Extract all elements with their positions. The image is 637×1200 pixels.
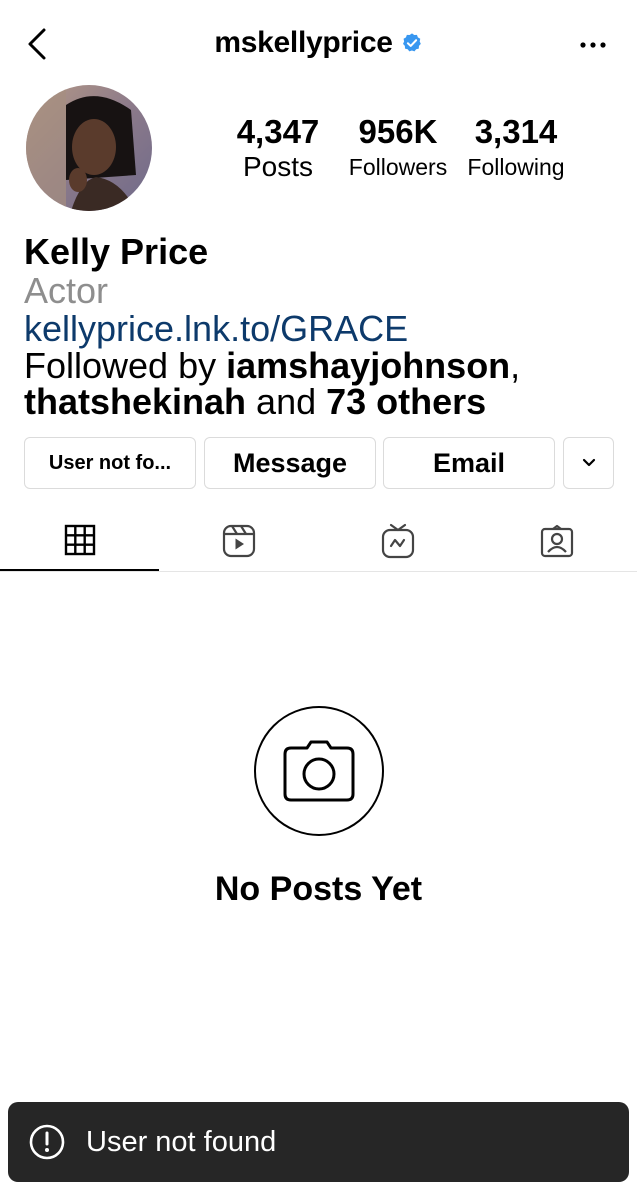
- followed-by-prefix: Followed by: [24, 345, 227, 386]
- camera-circle: [253, 706, 384, 836]
- display-name: Kelly Price: [24, 231, 209, 272]
- category-label: Actor: [24, 270, 109, 311]
- reels-icon: [222, 524, 255, 558]
- username-title: mskellyprice: [214, 26, 393, 59]
- followed-user-2[interactable]: thatshekinah: [24, 381, 246, 422]
- followers-stat[interactable]: 956K Followers: [340, 112, 456, 182]
- avatar[interactable]: [26, 85, 152, 211]
- profile-header: mskellyprice: [0, 26, 637, 60]
- posts-count: 4,347: [236, 113, 320, 150]
- toast-message: User not found: [86, 1125, 277, 1158]
- following-count: 3,314: [474, 113, 558, 150]
- followers-label: Followers: [348, 154, 448, 180]
- verified-badge-icon: [402, 33, 421, 52]
- profile-tabs: [0, 510, 637, 572]
- more-horizontal-icon: [580, 42, 606, 48]
- top-bar: mskellyprice: [0, 0, 637, 90]
- chevron-down-icon: [582, 458, 595, 467]
- followed-separator: ,: [510, 345, 521, 386]
- following-label: Following: [467, 154, 565, 180]
- followed-user-1[interactable]: iamshayjohnson: [226, 345, 510, 386]
- tab-posts-grid[interactable]: [0, 510, 159, 571]
- followed-and: and: [246, 381, 327, 422]
- tab-reels[interactable]: [159, 510, 318, 572]
- grid-icon: [64, 524, 95, 555]
- posts-stat[interactable]: 4,347 Posts: [222, 112, 334, 182]
- action-buttons: User not fo... Message Email: [24, 437, 614, 489]
- tab-igtv[interactable]: [318, 510, 477, 572]
- follow-status-button[interactable]: User not fo...: [24, 437, 196, 489]
- tagged-icon: [540, 524, 573, 558]
- igtv-icon: [381, 523, 414, 559]
- bio-link[interactable]: kellyprice.lnk.to/GRACE: [24, 310, 624, 348]
- followed-by[interactable]: Followed by iamshayjohnson, thatshekinah…: [24, 348, 624, 420]
- message-button[interactable]: Message: [204, 437, 376, 489]
- empty-state: No Posts Yet: [0, 706, 637, 909]
- camera-icon: [283, 740, 354, 802]
- followed-others[interactable]: 73 others: [326, 381, 486, 422]
- profile-bio: Kelly Price Actor kellyprice.lnk.to/GRAC…: [24, 232, 624, 420]
- posts-label: Posts: [242, 151, 314, 182]
- followers-count: 956K: [358, 113, 438, 150]
- suggestions-dropdown-button[interactable]: [563, 437, 614, 489]
- email-button[interactable]: Email: [383, 437, 555, 489]
- alert-circle-icon: [29, 1124, 65, 1160]
- following-stat[interactable]: 3,314 Following: [460, 112, 572, 182]
- profile-photo: [26, 85, 152, 211]
- more-options-button[interactable]: [573, 30, 613, 60]
- error-toast: User not found: [8, 1102, 629, 1182]
- empty-state-title: No Posts Yet: [214, 870, 423, 908]
- tab-tagged[interactable]: [477, 510, 636, 572]
